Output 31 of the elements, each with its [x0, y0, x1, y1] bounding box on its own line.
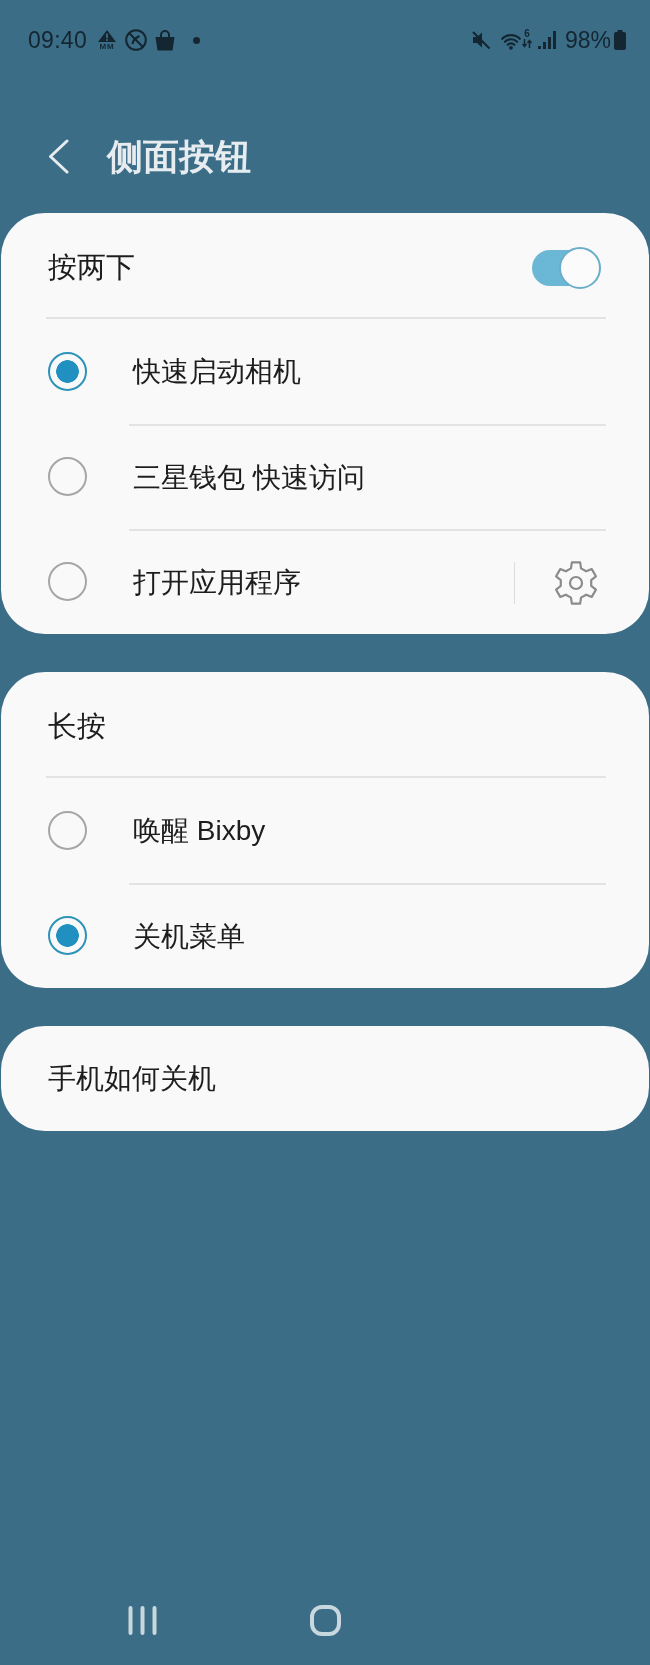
alert-label: MM [99, 41, 115, 51]
data-arrows-icon [521, 38, 532, 48]
radio-button[interactable] [48, 562, 87, 601]
section-header: 长按 [47, 709, 106, 744]
radio-button[interactable] [48, 457, 87, 496]
option-label[interactable]: 唤醒 Bixby [133, 811, 266, 850]
radio-button[interactable] [48, 916, 87, 955]
radio-button[interactable] [48, 352, 87, 391]
shopping-bag-icon [154, 29, 177, 51]
back-icon[interactable] [48, 139, 69, 174]
recents-icon[interactable] [127, 1605, 157, 1635]
signal-bars-icon [537, 31, 557, 49]
muted-speaker-icon [470, 30, 491, 50]
warning-icon [98, 29, 117, 42]
notification-dot-icon [193, 36, 201, 44]
option-label[interactable]: 快速启动相机 [133, 352, 301, 391]
toggle-switch[interactable] [532, 247, 601, 289]
home-icon[interactable] [309, 1604, 341, 1636]
option-label[interactable]: 三星钱包 快速访问 [133, 458, 365, 497]
radio-button[interactable] [48, 811, 87, 850]
list-item[interactable]: 手机如何关机 [1, 1026, 649, 1131]
switch-label: 按两下 [47, 250, 135, 285]
settings-icon[interactable] [553, 559, 599, 606]
blocked-icon [125, 29, 148, 51]
wifi-standard-label: 6 [524, 28, 530, 39]
option-label[interactable]: 关机菜单 [133, 917, 245, 956]
page-title: 侧面按钮 [107, 134, 251, 179]
option-label[interactable]: 打开应用程序 [133, 563, 301, 602]
status-time: 09:40 [28, 26, 88, 54]
battery-icon [614, 30, 626, 50]
battery-percentage: 98% [564, 26, 611, 54]
